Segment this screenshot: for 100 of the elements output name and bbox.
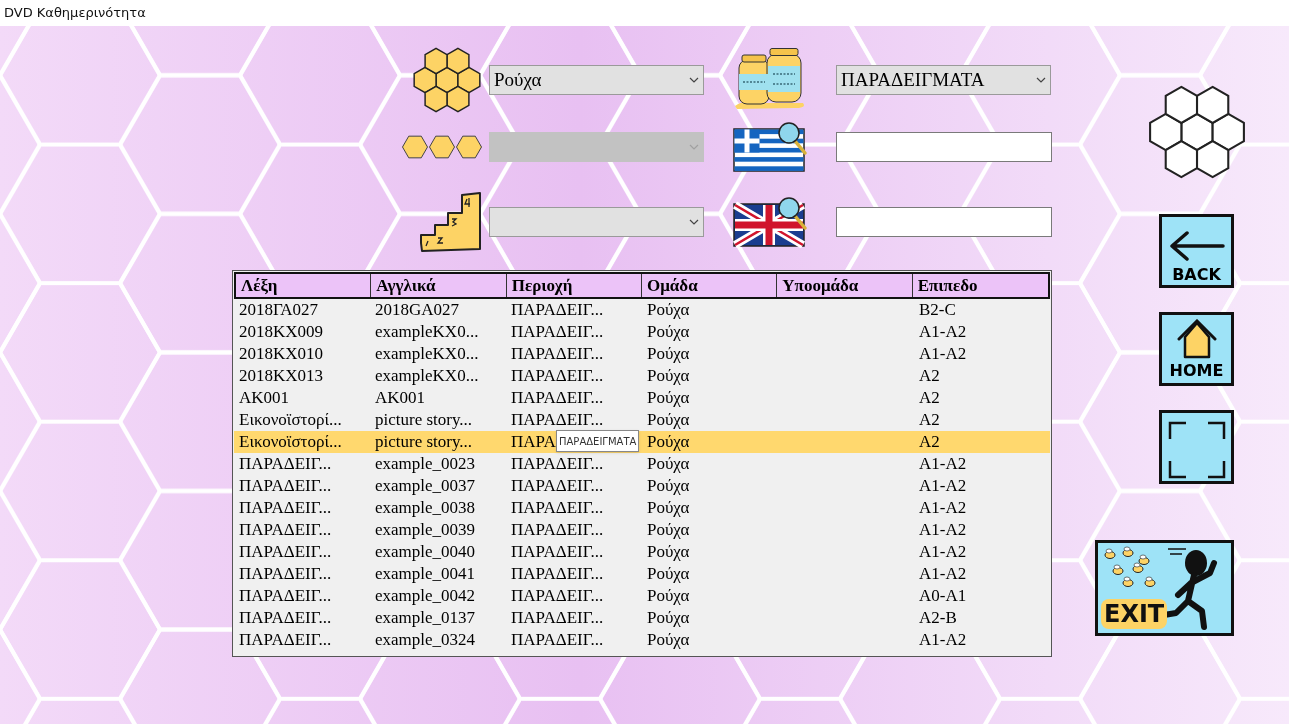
table-cell-text: A1-A2: [919, 519, 967, 542]
table-cell-text: A0-A1: [919, 585, 967, 608]
table-cell-text: ΠΑΡΑΔΕΙΓ...: [511, 497, 604, 520]
table-cell-text: ΠΑΡΑΔΕΙΓ...: [239, 453, 332, 476]
source-dropdown[interactable]: ΠΑΡΑΔΕΙΓΜΑΤΑ: [836, 65, 1051, 95]
chevron-icon: [689, 77, 699, 83]
table-cell-text: ΠΑΡΑΔΕΙΓ...: [511, 343, 604, 366]
table-cell-text: AK001: [375, 387, 426, 410]
table-cell-text: ΠΑΡΑΔΕΙΓ...: [511, 387, 604, 410]
table-cell-text: Ρούχα: [647, 343, 690, 366]
table-cell-text: Ρούχα: [647, 607, 690, 630]
table-cell-text: example_0324: [375, 629, 476, 652]
table-cell-text: ΠΑΡΑ: [511, 431, 556, 454]
table-cell-text: A1-A2: [919, 453, 967, 476]
category-dropdown[interactable]: Ρούχα: [489, 65, 704, 95]
table-cell-text: Ρούχα: [647, 431, 690, 454]
table-cell-text: ΠΑΡΑΔΕΙΓ...: [239, 497, 332, 520]
table-cell-text: Ρούχα: [647, 497, 690, 520]
table-cell-text: Ρούχα: [647, 629, 690, 652]
back-button[interactable]: BACK: [1159, 214, 1234, 288]
table-row[interactable]: ΑΚ001 AK001 ΠΑΡΑΔΕΙΓ... Ρούχα A2: [234, 387, 1050, 409]
table-cell-text: Ρούχα: [647, 299, 690, 322]
table-row[interactable]: ΠΑΡΑΔΕΙΓ... example_0137 ΠΑΡΑΔΕΙΓ... Ρούχα A2-B: [234, 607, 1050, 629]
tooltip: ΠΑΡΑΔΕΙΓΜΑΤΑ: [556, 430, 640, 452]
stairs-icon: [418, 191, 482, 253]
table-row[interactable]: 2018ΚΧ013 exampleKX0... ΠΑΡΑΔΕΙΓ... Ρούχα A2: [234, 365, 1050, 387]
category-dropdown[interactable]: [489, 207, 704, 237]
table-cell-text: ΠΑΡΑΔΕΙΓ...: [239, 519, 332, 542]
fullscreen-button[interactable]: [1159, 410, 1234, 484]
table-row[interactable]: ΠΑΡΑΔΕΙΓ... example_0039 ΠΑΡΑΔΕΙΓ... Ρούχα A1-A2: [234, 519, 1050, 541]
table-cell-text: ΠΑΡΑΔΕΙΓ...: [511, 299, 604, 322]
table-cell-text: Ρούχα: [647, 321, 690, 344]
table-cell-text: ΠΑΡΑΔΕΙΓ...: [511, 607, 604, 630]
table-cell-text: ΠΑΡΑΔΕΙΓ...: [511, 629, 604, 652]
table-cell-text: ΠΑΡΑΔΕΙΓ...: [239, 629, 332, 652]
table-cell-text: picture story...: [375, 431, 473, 454]
table-cell-text: A1-A2: [919, 563, 967, 586]
table-cell-text: exampleKX0...: [375, 321, 479, 344]
table-cell-text: example_0038: [375, 497, 476, 520]
table-cell-text: ΠΑΡΑΔΕΙΓ...: [511, 519, 604, 542]
table-cell-text: ΠΑΡΑΔΕΙΓ...: [511, 585, 604, 608]
honey-jars-icon: [733, 48, 807, 112]
table-cell-text: example_0040: [375, 541, 476, 564]
table-row[interactable]: Εικονοϊστορί... picture story... ΠΑΡΑΔΕΙΓ... Ρούχα A2: [234, 409, 1050, 431]
table-cell-text: A1-A2: [919, 343, 967, 366]
table-cell-text: example_0137: [375, 607, 476, 630]
table-row[interactable]: 2018ΚΧ009 exampleKX0... ΠΑΡΑΔΕΙΓ... Ρούχα A1-A2: [234, 321, 1050, 343]
column-header[interactable]: Λέξη: [236, 274, 372, 297]
table-row[interactable]: ΠΑΡΑΔΕΙΓ... example_0040 ΠΑΡΑΔΕΙΓ... Ρούχα A1-A2: [234, 541, 1050, 563]
table-cell-text: example_0023: [375, 453, 476, 476]
home-button[interactable]: HOME: [1159, 312, 1234, 386]
table-cell-text: A1-A2: [919, 541, 967, 564]
table-cell-text: ΠΑΡΑΔΕΙΓ...: [239, 585, 332, 608]
table-cell-text: A1-A2: [919, 321, 967, 344]
table-row[interactable]: ΠΑΡΑΔΕΙΓ... example_0041 ΠΑΡΑΔΕΙΓ... Ρούχα A1-A2: [234, 563, 1050, 585]
table-cell-text: 2018ΓΑ027: [239, 299, 318, 322]
column-header[interactable]: Υποομάδα: [777, 274, 913, 297]
table-cell-text: Ρούχα: [647, 475, 690, 498]
table-cell-text: 2018ΚΧ009: [239, 321, 324, 344]
table-cell-text: Εικονοϊστορί...: [239, 431, 342, 454]
search-field[interactable]: [836, 207, 1052, 237]
table-cell-text: Ρούχα: [647, 453, 690, 476]
exit-button[interactable]: EXIT: [1095, 540, 1234, 636]
table-cell-text: A2: [919, 409, 940, 432]
table-cell-text: ΠΑΡΑΔΕΙΓ...: [511, 321, 604, 344]
table-cell-text: A1-A2: [919, 629, 967, 652]
chevron-icon: [689, 144, 699, 150]
table-cell-text: exampleKX0...: [375, 365, 479, 388]
table-row[interactable]: ΠΑΡΑΔΕΙΓ... example_0038 ΠΑΡΑΔΕΙΓ... Ρούχα A1-A2: [234, 497, 1050, 519]
table-row[interactable]: ΠΑΡΑΔΕΙΓ... example_0037 ΠΑΡΑΔΕΙΓ... Ρούχα A1-A2: [234, 475, 1050, 497]
column-header[interactable]: Αγγλικά: [371, 274, 507, 297]
column-header[interactable]: Ομάδα: [642, 274, 778, 297]
table-cell-text: Ρούχα: [647, 563, 690, 586]
greek-flag-search-icon: [733, 121, 809, 173]
table-cell-text: ΠΑΡΑΔΕΙΓ...: [511, 563, 604, 586]
table-row[interactable]: ΠΑΡΑΔΕΙΓ... example_0023 ΠΑΡΑΔΕΙΓ... Ρούχα A1-A2: [234, 453, 1050, 475]
table-cell-text: ΠΑΡΑΔΕΙΓ...: [239, 475, 332, 498]
table-row[interactable]: 2018ΓΑ027 2018GA027 ΠΑΡΑΔΕΙΓ... Ρούχα B2-C: [234, 299, 1050, 321]
table-cell-text: A1-A2: [919, 475, 967, 498]
table-row[interactable]: 2018ΚΧ010 exampleKX0... ΠΑΡΑΔΕΙΓ... Ρούχα A1-A2: [234, 343, 1050, 365]
column-header[interactable]: Περιοχή: [506, 274, 642, 297]
table-cell-text: A1-A2: [919, 497, 967, 520]
table-cell-text: Ρούχα: [647, 541, 690, 564]
table-cell-text: Ρούχα: [647, 519, 690, 542]
table-cell-text: ΠΑΡΑΔΕΙΓ...: [239, 607, 332, 630]
search-field[interactable]: [836, 132, 1052, 162]
table-cell-text: Ρούχα: [647, 387, 690, 410]
table-row[interactable]: ΠΑΡΑΔΕΙΓ... example_0042 ΠΑΡΑΔΕΙΓ... Ρούχα A0-A1: [234, 585, 1050, 607]
chevron-icon: [1036, 77, 1046, 83]
column-header[interactable]: Επιπεδο: [912, 274, 1048, 297]
table-cell-text: Ρούχα: [647, 409, 690, 432]
table-cell-text: Ρούχα: [647, 365, 690, 388]
table-cell-text: example_0037: [375, 475, 476, 498]
table-cell-text: example_0041: [375, 563, 476, 586]
table-cell-text: example_0039: [375, 519, 476, 542]
table-cell-text: exampleKX0...: [375, 343, 479, 366]
chevron-icon: [689, 219, 699, 225]
table-cell-text: 2018ΚΧ010: [239, 343, 324, 366]
table-row[interactable]: ΠΑΡΑΔΕΙΓ... example_0324 ΠΑΡΑΔΕΙΓ... Ρούχα A1-A2: [234, 629, 1050, 651]
table-cell-text: example_0042: [375, 585, 476, 608]
